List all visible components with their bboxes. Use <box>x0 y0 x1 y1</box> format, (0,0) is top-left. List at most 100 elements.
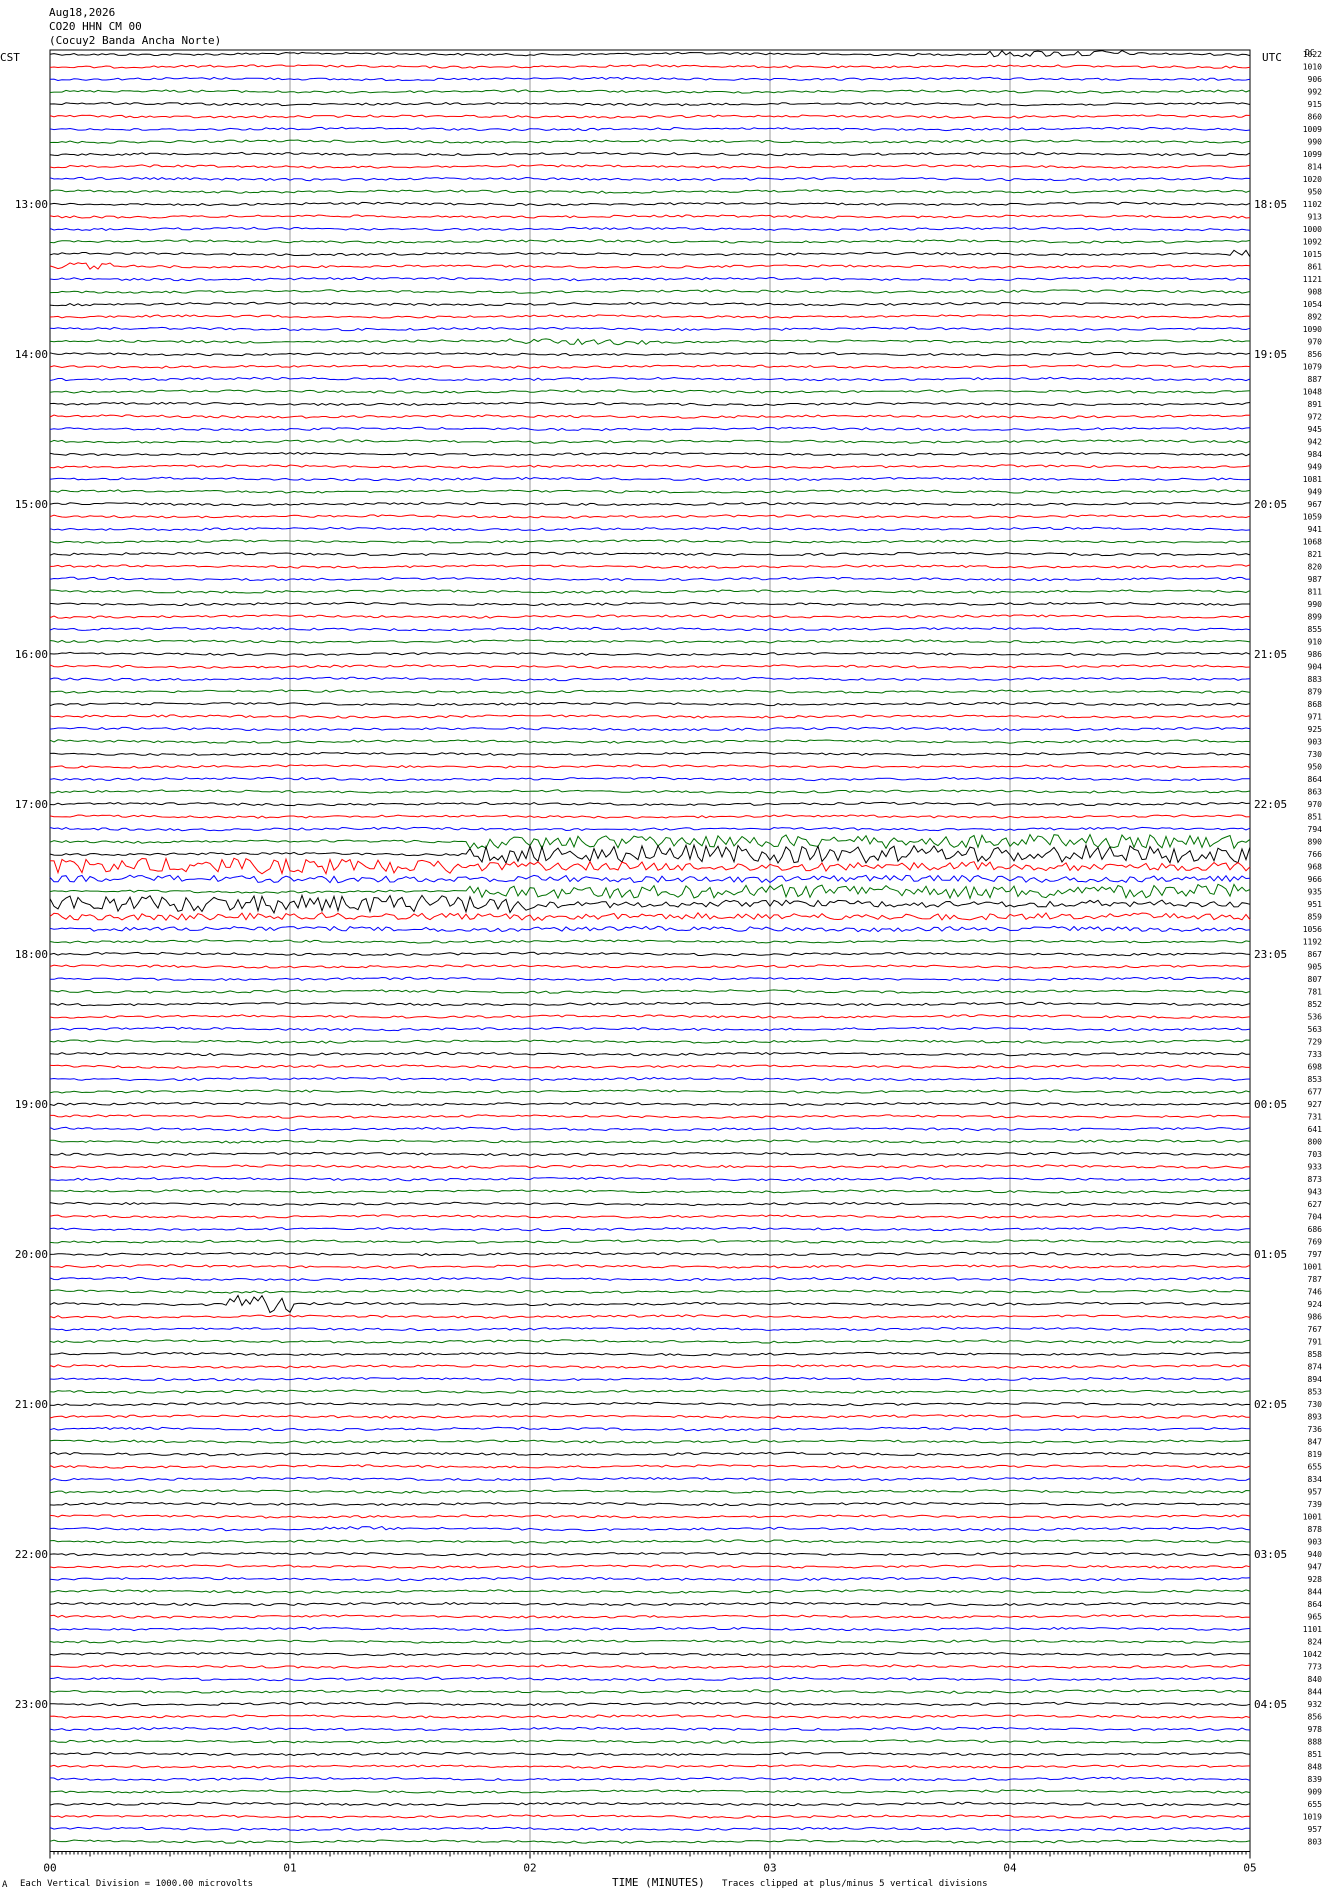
dc-offset-label: 909 <box>1308 1788 1323 1797</box>
seismic-trace <box>49 1801 1251 1807</box>
seismic-trace <box>49 526 1251 532</box>
dc-offset-label: 878 <box>1308 1525 1323 1534</box>
seismic-trace <box>49 1001 1251 1007</box>
dc-offset-label: 971 <box>1308 713 1323 722</box>
seismic-trace <box>49 1364 1251 1369</box>
dc-offset-label: 807 <box>1308 975 1323 984</box>
dc-offset-label: 1090 <box>1303 325 1322 334</box>
dc-offset-label: 1081 <box>1303 475 1322 484</box>
seismic-trace <box>49 826 1251 832</box>
seismic-trace <box>49 601 1250 607</box>
seismic-trace <box>49 1689 1251 1694</box>
dc-offset-label: 950 <box>1308 188 1323 197</box>
seismic-trace <box>49 801 1251 807</box>
cst-hour-label: 22:00 <box>15 1548 48 1561</box>
dc-offset-label: 1092 <box>1303 238 1322 247</box>
dc-offset-label: 1019 <box>1303 1813 1322 1822</box>
dc-offset-label: 730 <box>1308 750 1323 759</box>
dc-offset-label: 851 <box>1308 813 1323 822</box>
dc-offset-label: 1121 <box>1303 275 1322 284</box>
dc-offset-label: 791 <box>1308 1338 1323 1347</box>
seismic-trace <box>49 1439 1251 1444</box>
dc-offset-label: 840 <box>1308 1675 1323 1684</box>
seismic-trace <box>49 1751 1251 1757</box>
seismic-trace <box>49 651 1251 657</box>
cst-hour-label: 19:00 <box>15 1098 48 1111</box>
dc-offset-label: 947 <box>1308 1563 1323 1572</box>
seismic-trace <box>49 289 1251 294</box>
dc-offset-label: 864 <box>1308 1600 1323 1609</box>
dc-offset-label: 794 <box>1308 825 1323 834</box>
seismic-trace <box>49 1601 1251 1607</box>
seismic-trace <box>49 1294 1250 1314</box>
seismic-trace <box>49 426 1251 432</box>
dc-offset-label: 536 <box>1308 1013 1323 1022</box>
dc-offset-label: 860 <box>1308 113 1323 122</box>
dc-offset-label: 733 <box>1308 1050 1323 1059</box>
helicorder-plot: 1022 1010 906 992 915 860 1009 990 1099 814 1020 95… <box>15 49 1323 1875</box>
seismic-trace <box>49 789 1251 794</box>
dc-offset-label: 951 <box>1308 900 1323 909</box>
dc-offset-label: 848 <box>1308 1763 1323 1772</box>
dc-offset-label: 932 <box>1308 1700 1323 1709</box>
seismic-trace <box>49 1014 1251 1019</box>
seismic-trace <box>49 376 1251 382</box>
dc-offset-label: 814 <box>1308 163 1323 172</box>
dc-offset-label: 972 <box>1308 413 1323 422</box>
seismic-trace <box>49 401 1251 407</box>
seismic-trace <box>49 701 1251 707</box>
seismic-trace <box>49 589 1251 594</box>
dc-offset-label: 978 <box>1308 1725 1323 1734</box>
dc-offset-label: 906 <box>1308 75 1323 84</box>
seismic-trace <box>49 1026 1251 1032</box>
seismic-trace <box>49 951 1251 957</box>
utc-hour-label: 02:05 <box>1254 1398 1287 1411</box>
utc-hour-label: 00:05 <box>1254 1098 1287 1111</box>
dc-offset-label: 704 <box>1308 1213 1323 1222</box>
seismic-trace <box>49 1814 1251 1819</box>
dc-offset-label: 903 <box>1308 1538 1323 1547</box>
seismic-trace <box>49 226 1251 232</box>
dc-offset-label: 879 <box>1308 688 1323 697</box>
dc-offset-label: 910 <box>1308 638 1323 647</box>
dc-offset-label: 925 <box>1308 725 1323 734</box>
dc-offset-label: 641 <box>1308 1125 1323 1134</box>
dc-offset-label: 990 <box>1308 138 1323 147</box>
seismic-trace <box>49 751 1251 757</box>
cst-hour-label: 14:00 <box>15 348 48 361</box>
dc-offset-label: 927 <box>1308 1100 1323 1109</box>
seismic-trace <box>49 50 1251 58</box>
dc-offset-label: 839 <box>1308 1775 1323 1784</box>
dc-offset-label: 892 <box>1308 313 1323 322</box>
dc-offset-label: 819 <box>1308 1450 1323 1459</box>
dc-offset-label: 890 <box>1308 838 1323 847</box>
seismic-trace <box>49 364 1251 369</box>
seismic-trace <box>49 664 1251 669</box>
dc-offset-label: 940 <box>1308 1550 1323 1559</box>
dc-offset-label: 949 <box>1308 463 1323 472</box>
dc-offset-label: 874 <box>1308 1363 1323 1372</box>
dc-offset-label: 855 <box>1308 625 1323 634</box>
clip-note: Traces clipped at plus/minus 5 vertical … <box>722 1879 988 1889</box>
dc-offset-label: 655 <box>1308 1800 1323 1809</box>
dc-offset-label: 1022 <box>1303 50 1322 59</box>
x-tick-label: 03 <box>763 1862 776 1875</box>
dc-offset-label: 853 <box>1308 1388 1323 1397</box>
seismic-trace <box>49 262 1251 270</box>
seismic-trace <box>49 564 1251 569</box>
dc-offset-label: 856 <box>1308 1713 1323 1722</box>
dc-offset-label: 821 <box>1308 550 1323 559</box>
dc-offset-label: 1009 <box>1303 125 1322 134</box>
dc-offset-label: 834 <box>1308 1475 1323 1484</box>
seismic-trace <box>49 989 1251 994</box>
seismic-trace <box>49 1051 1251 1057</box>
dc-offset-label: 1001 <box>1303 1263 1322 1272</box>
x-tick-label: 05 <box>1243 1862 1256 1875</box>
seismic-trace <box>49 874 1251 884</box>
seismic-trace <box>49 76 1251 82</box>
seismic-trace <box>49 1626 1251 1632</box>
seismic-trace <box>49 1389 1251 1394</box>
dc-offset-label: 1010 <box>1303 63 1322 72</box>
seismic-trace <box>49 439 1251 444</box>
seismic-trace <box>49 925 1251 933</box>
